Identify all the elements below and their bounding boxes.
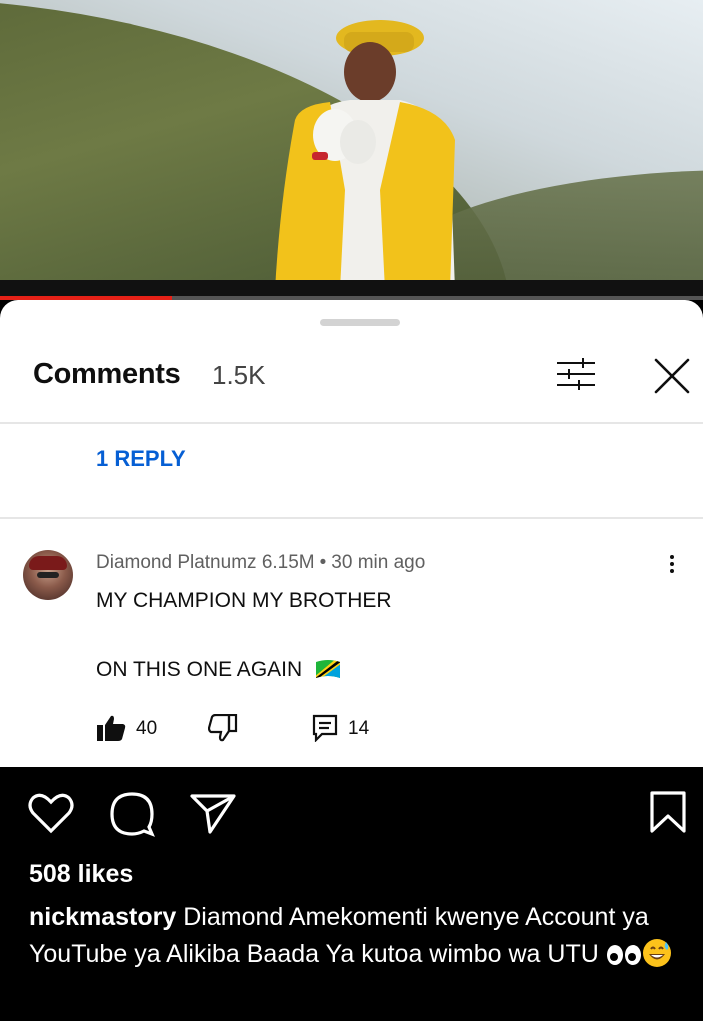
like-button[interactable]: 40 xyxy=(96,712,160,746)
eyes-emoji-icon xyxy=(606,945,641,965)
comments-count: 1.5K xyxy=(212,360,266,390)
sheet-drag-handle[interactable] xyxy=(320,319,400,326)
more-options-icon[interactable] xyxy=(664,552,680,580)
reply-icon xyxy=(312,714,338,742)
bookmark-icon[interactable] xyxy=(650,791,686,838)
tanzania-flag-icon xyxy=(316,660,340,678)
comment-text-line1: MY CHAMPION MY BROTHER xyxy=(96,589,392,612)
comment-divider xyxy=(0,517,703,519)
comments-sheet: Comments 1.5K 1 REPLY Diamond Platnumz 6… xyxy=(0,300,703,767)
comment-author-subscribers: 6.15M xyxy=(261,552,315,573)
comment-time: 30 min ago xyxy=(331,552,426,573)
likes-count[interactable]: 508 likes xyxy=(29,860,133,889)
sliders-icon[interactable] xyxy=(555,356,597,392)
share-icon[interactable] xyxy=(190,793,236,840)
comment-icon[interactable] xyxy=(109,791,155,842)
thumbs-down-icon xyxy=(208,714,238,742)
close-icon[interactable] xyxy=(652,356,692,396)
comments-header: Comments 1.5K xyxy=(0,352,703,422)
thumbs-up-icon xyxy=(97,715,126,741)
grinning-sweat-emoji-icon xyxy=(642,939,671,967)
comment-text-line2: ON THIS ONE AGAIN xyxy=(96,653,342,687)
avatar-cap xyxy=(29,556,67,570)
comments-title: Comments xyxy=(33,358,181,390)
comment-actions: 40 14 xyxy=(96,712,496,746)
header-divider xyxy=(0,422,703,424)
view-replies-link[interactable]: 1 REPLY xyxy=(96,446,186,472)
comment-item: Diamond Platnumz 6.15M • 30 min ago MY CHA… xyxy=(0,540,703,767)
comment-text-line2-text: ON THIS ONE AGAIN xyxy=(96,658,303,681)
like-count: 40 xyxy=(136,718,158,739)
instagram-post-footer: 508 likes nickmastory Diamond Amekomenti… xyxy=(0,767,703,1021)
reply-count: 14 xyxy=(348,718,370,739)
caption-username[interactable]: nickmastory xyxy=(29,903,176,931)
post-caption: nickmastory Diamond Amekomenti kwenye Ac… xyxy=(29,899,699,973)
reply-button[interactable]: 14 xyxy=(312,712,392,746)
dislike-button[interactable] xyxy=(208,712,242,746)
heart-icon[interactable] xyxy=(28,792,74,839)
comment-meta: Diamond Platnumz 6.15M • 30 min ago xyxy=(96,552,425,574)
avatar[interactable] xyxy=(23,550,73,600)
avatar-sunglasses xyxy=(37,572,59,578)
comment-author[interactable]: Diamond Platnumz xyxy=(96,552,257,573)
meta-separator: • xyxy=(319,552,327,573)
video-player[interactable] xyxy=(0,0,703,300)
video-person xyxy=(275,20,455,290)
